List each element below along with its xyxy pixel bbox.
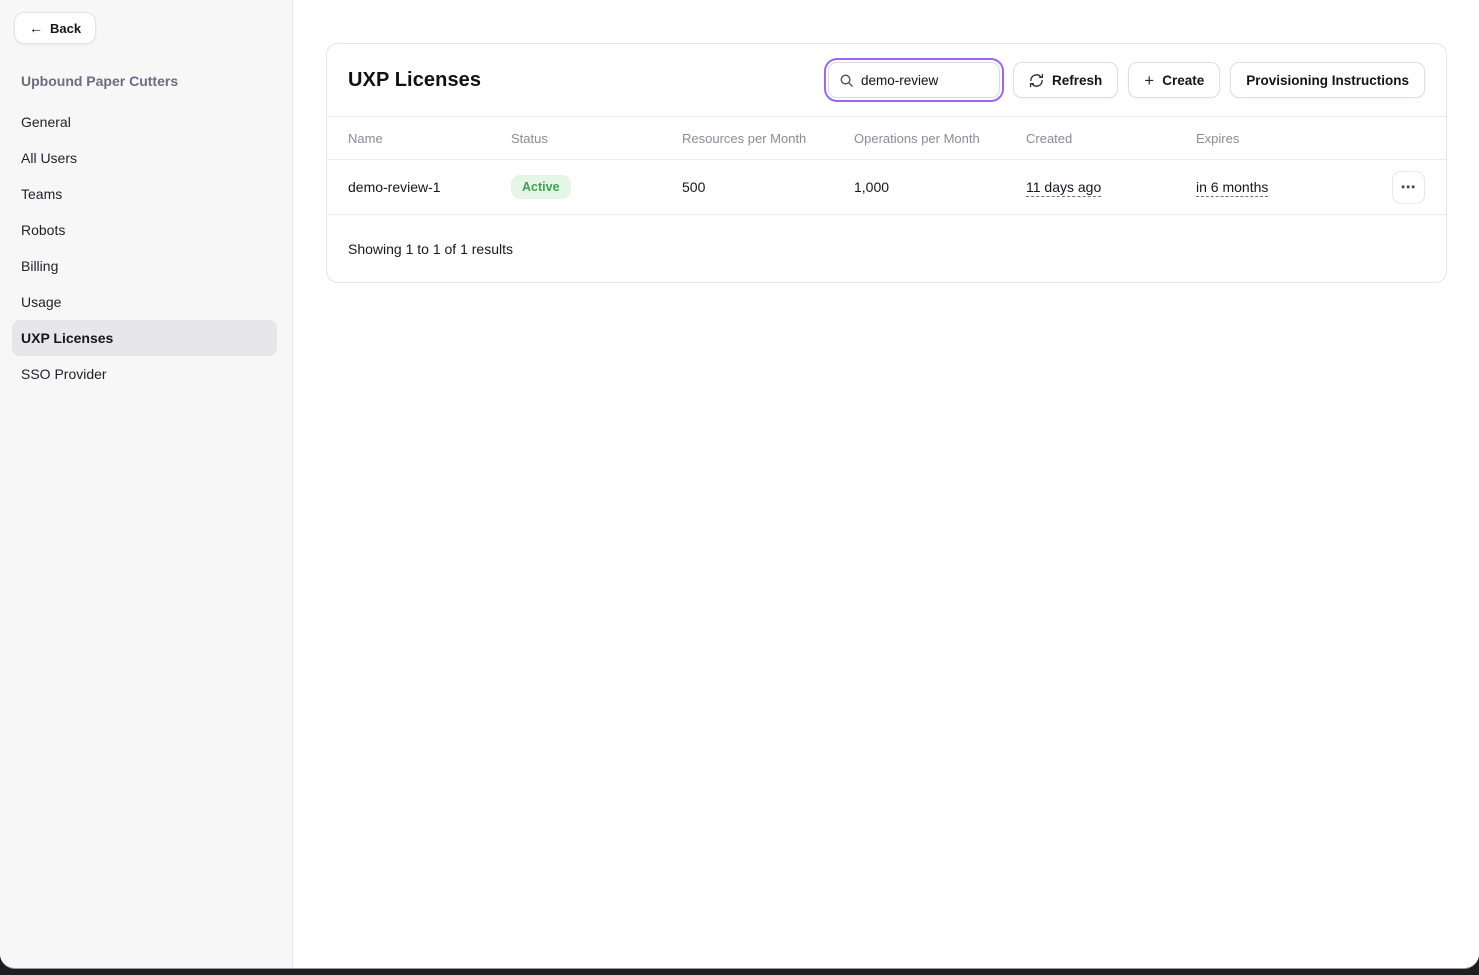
sidebar-item-general[interactable]: General (12, 104, 277, 140)
column-header-expires: Expires (1196, 131, 1392, 146)
column-header-status: Status (511, 131, 682, 146)
cell-expires: in 6 months (1196, 179, 1392, 195)
plus-icon: + (1144, 72, 1154, 89)
provisioning-instructions-label: Provisioning Instructions (1246, 73, 1409, 88)
sidebar-item-usage[interactable]: Usage (12, 284, 277, 320)
sidebar-item-robots[interactable]: Robots (12, 212, 277, 248)
cell-created: 11 days ago (1026, 179, 1196, 195)
provisioning-instructions-button[interactable]: Provisioning Instructions (1230, 62, 1425, 98)
column-header-operations-per-month: Operations per Month (854, 131, 1026, 146)
column-header-name: Name (348, 131, 511, 146)
create-button-label: Create (1162, 73, 1204, 88)
ellipsis-icon: ⋯ (1401, 178, 1417, 196)
row-menu-button[interactable]: ⋯ (1392, 171, 1425, 204)
refresh-icon (1029, 73, 1044, 88)
cell-license-name: demo-review-1 (348, 179, 511, 195)
cell-resources-per-month: 500 (682, 179, 854, 195)
table-row: demo-review-1 Active 500 1,000 11 days a… (327, 160, 1446, 215)
search-box (828, 62, 1000, 98)
sidebar-nav: General All Users Teams Robots Billing U… (0, 104, 292, 392)
results-summary: Showing 1 to 1 of 1 results (348, 241, 513, 257)
sidebar-item-teams[interactable]: Teams (12, 176, 277, 212)
column-header-created: Created (1026, 131, 1196, 146)
org-title: Upbound Paper Cutters (21, 73, 271, 89)
back-arrow-icon: ← (29, 21, 43, 35)
sidebar: ← Back Upbound Paper Cutters General All… (0, 0, 293, 968)
back-button[interactable]: ← Back (14, 12, 96, 44)
table-header-row: Name Status Resources per Month Operatio… (327, 117, 1446, 160)
card-header: UXP Licenses (327, 44, 1446, 117)
sidebar-item-billing[interactable]: Billing (12, 248, 277, 284)
status-badge: Active (511, 175, 571, 199)
sidebar-item-uxp-licenses[interactable]: UXP Licenses (12, 320, 277, 356)
create-button[interactable]: + Create (1128, 62, 1220, 98)
sidebar-item-sso-provider[interactable]: SSO Provider (12, 356, 277, 392)
uxp-licenses-card: UXP Licenses (326, 43, 1447, 283)
main-content: UXP Licenses (293, 0, 1479, 968)
refresh-button[interactable]: Refresh (1013, 62, 1118, 98)
refresh-button-label: Refresh (1052, 73, 1102, 88)
back-button-label: Back (50, 21, 81, 36)
search-input[interactable] (829, 63, 999, 97)
app-window: ← Back Upbound Paper Cutters General All… (0, 0, 1479, 969)
sidebar-item-all-users[interactable]: All Users (12, 140, 277, 176)
column-header-resources-per-month: Resources per Month (682, 131, 854, 146)
created-relative-date[interactable]: 11 days ago (1026, 179, 1101, 195)
desktop-backdrop: { "sidebar": { "back_button": { "icon": … (0, 0, 1479, 975)
cell-operations-per-month: 1,000 (854, 179, 1026, 195)
page-title: UXP Licenses (348, 69, 481, 92)
table-footer: Showing 1 to 1 of 1 results (327, 215, 1446, 282)
cell-status: Active (511, 175, 682, 199)
toolbar: Refresh + Create Provisioning Instructio… (828, 62, 1425, 98)
expires-relative-date[interactable]: in 6 months (1196, 179, 1268, 195)
